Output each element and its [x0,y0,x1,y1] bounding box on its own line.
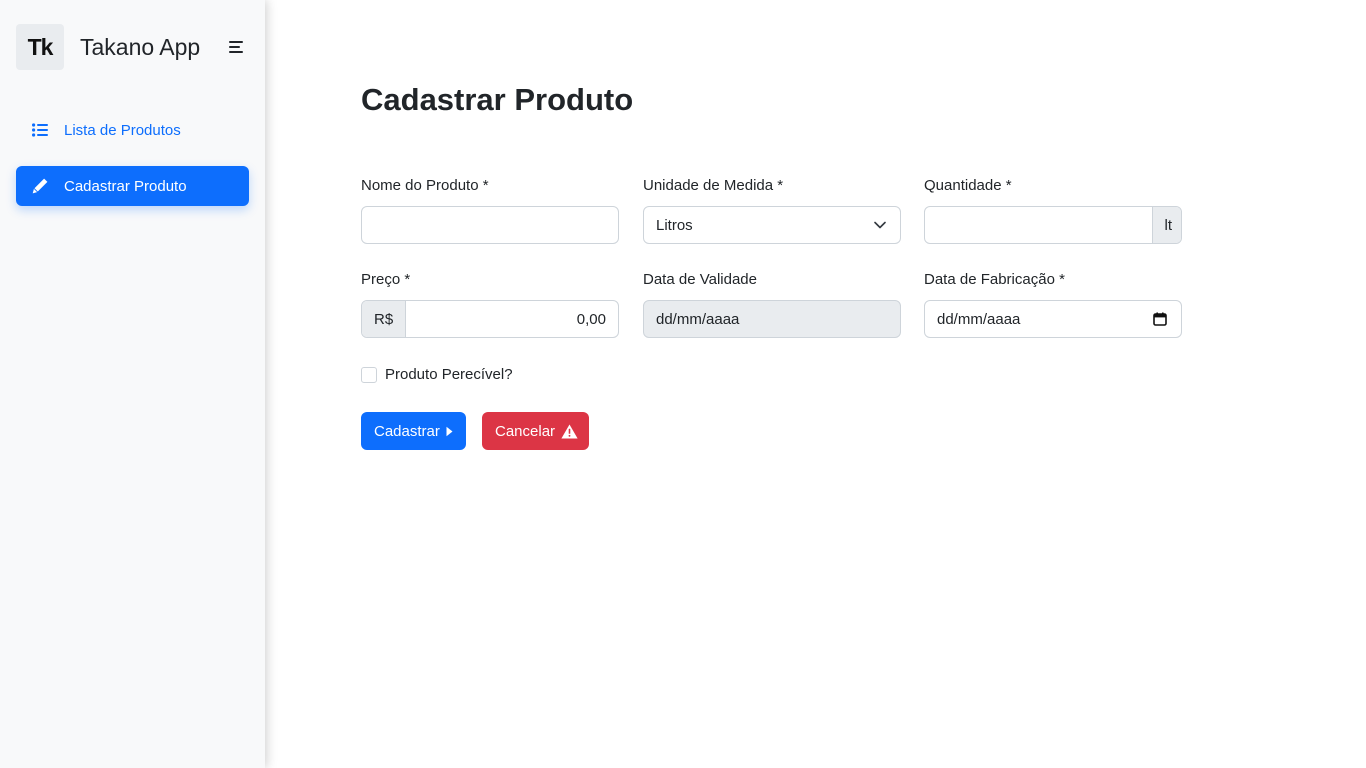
validade-label: Data de Validade [643,271,757,288]
warning-icon [561,424,578,439]
unidade-select[interactable]: Litros [643,206,901,244]
fabricacao-date-input[interactable]: dd/mm/aaaa [924,300,1182,338]
preco-control: R$ [361,300,619,338]
quantidade-unit-addon: lt [1151,207,1181,243]
quantidade-label: Quantidade * [924,177,1012,194]
preco-label: Preço * [361,271,411,288]
brand-logo: Tk [16,24,64,70]
currency-addon: R$ [362,301,407,337]
nome-label: Nome do Produto * [361,177,489,194]
preco-field-group: Preço * R$ [361,270,619,338]
quantidade-field-group: Quantidade * lt [924,176,1182,244]
cadastrar-button[interactable]: Cadastrar [361,412,466,450]
pencil-icon [16,178,64,194]
preco-input[interactable] [406,301,618,337]
brand[interactable]: Tk Takano App [16,24,200,70]
validade-input: dd/mm/aaaa [643,300,901,338]
fabricacao-label: Data de Fabricação * [924,271,1065,288]
validade-field-group: Data de Validade dd/mm/aaaa [643,270,901,338]
quantidade-control: lt [924,206,1182,244]
perecivel-label: Produto Perecível? [385,366,513,383]
unidade-label: Unidade de Medida * [643,177,784,194]
unidade-field-group: Unidade de Medida * Litros [643,176,901,244]
chevron-down-icon [874,221,900,229]
page-title: Cadastrar Produto [361,82,634,117]
menu-toggle-icon[interactable] [229,41,243,53]
fabricacao-field-group: Data de Fabricação * dd/mm/aaaa [924,270,1182,338]
unidade-selected-value: Litros [656,216,693,234]
fabricacao-placeholder: dd/mm/aaaa [937,310,1021,328]
app-name: Takano App [80,33,201,60]
sidebar-item-lista-produtos[interactable]: Lista de Produtos [16,110,249,150]
caret-right-icon [446,426,453,437]
sidebar-item-label: Lista de Produtos [64,121,181,139]
nome-control [361,206,619,244]
perecivel-check-group: Produto Perecível? [361,366,513,383]
cancelar-button[interactable]: Cancelar [482,412,589,450]
cadastrar-button-label: Cadastrar [374,422,440,440]
sidebar-item-cadastrar-produto[interactable]: Cadastrar Produto [16,166,249,206]
list-icon [16,123,64,137]
validade-placeholder: dd/mm/aaaa [656,310,740,328]
quantidade-input[interactable] [925,207,1152,243]
perecivel-checkbox[interactable] [361,366,377,383]
sidebar: Tk Takano App Lista de Produtos Cadastra… [0,0,265,768]
cancelar-button-label: Cancelar [495,422,556,440]
calendar-icon[interactable] [1153,312,1181,326]
nome-input[interactable] [362,207,618,243]
sidebar-item-label: Cadastrar Produto [64,177,187,195]
nome-field-group: Nome do Produto * [361,176,619,244]
